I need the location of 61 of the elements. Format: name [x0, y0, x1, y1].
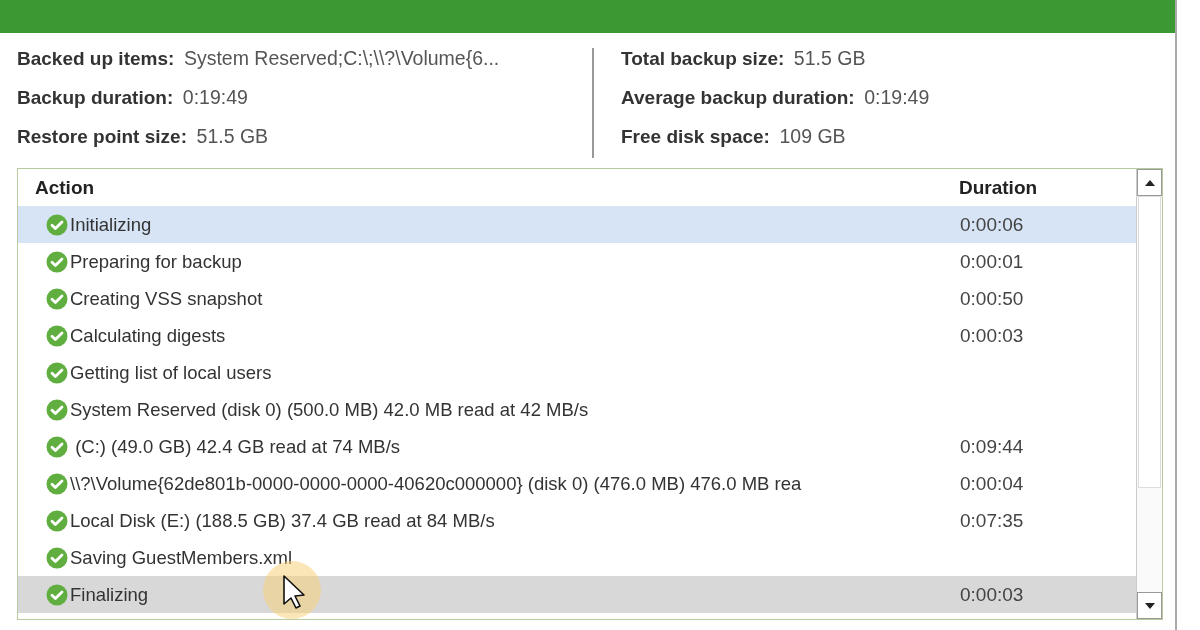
- scroll-thumb[interactable]: [1138, 196, 1161, 488]
- table-row[interactable]: Local Disk (E:) (188.5 GB) 37.4 GB read at 84 MB/s 0:07:35: [18, 502, 1136, 539]
- table-row[interactable]: Initializing 0:00:06: [18, 206, 1136, 243]
- stat-value: 109 GB: [779, 125, 846, 147]
- duration-cell: 0:00:50: [960, 287, 1024, 310]
- down-arrow-icon: [1144, 602, 1155, 609]
- action-cell-text: Calculating digests: [70, 324, 227, 347]
- action-cell-text: \\?\Volume{62de801b-0000-0000-0000-40620c000000} (disk 0) (476.0 MB) 476.0 MB rea: [70, 472, 803, 495]
- table-row[interactable]: \\?\Volume{62de801b-0000-0000-0000-40620c000000} (disk 0) (476.0 MB) 476.0 MB rea 0:00:04: [18, 465, 1136, 502]
- stat-value: 0:19:49: [864, 86, 930, 108]
- success-icon: [46, 287, 68, 310]
- action-cell-text: Preparing for backup: [70, 250, 243, 273]
- success-icon: [46, 583, 68, 606]
- table-row[interactable]: Saving GuestMembers.xml: [18, 539, 1136, 576]
- success-icon: [46, 213, 68, 236]
- success-icon: [46, 250, 68, 273]
- duration-cell: 0:00:03: [960, 583, 1024, 606]
- action-cell-text: Saving GuestMembers.xml: [70, 546, 294, 569]
- success-icon: [46, 509, 68, 532]
- stat-label: Average backup duration:: [621, 87, 855, 108]
- duration-cell: 0:00:04: [960, 472, 1024, 495]
- scroll-down-button[interactable]: [1137, 592, 1162, 619]
- success-icon: [46, 361, 68, 384]
- action-cell-text: Getting list of local users: [70, 361, 273, 384]
- success-icon: [46, 324, 68, 347]
- up-arrow-icon: [1144, 179, 1155, 186]
- duration-cell: 0:07:35: [960, 509, 1024, 532]
- duration-cell: 0:00:01: [960, 250, 1024, 273]
- stat-value: 0:19:49: [182, 86, 248, 108]
- stat-label: Total backup size:: [621, 48, 785, 69]
- stat-label: Free disk space:: [621, 126, 770, 147]
- success-icon: [46, 435, 68, 458]
- scrollbar[interactable]: [1136, 169, 1162, 619]
- column-header[interactable]: Duration: [959, 176, 1038, 199]
- stat-label: Backup duration:: [17, 87, 174, 108]
- action-cell-text: (C:) (49.0 GB) 42.4 GB read at 74 MB/s: [74, 435, 402, 458]
- table-row[interactable]: Finalizing 0:00:03: [18, 576, 1136, 613]
- stat-value: 51.5 GB: [196, 125, 269, 147]
- stat-value: 51.5 GB: [793, 47, 866, 69]
- duration-cell: 0:00:06: [960, 213, 1024, 236]
- duration-cell: 0:09:44: [960, 435, 1024, 458]
- action-cell-text: Local Disk (E:) (188.5 GB) 37.4 GB read at 84 MB/s: [70, 509, 496, 532]
- duration-cell: 0:00:03: [960, 324, 1024, 347]
- stat-label: Restore point size:: [17, 126, 187, 147]
- table-row[interactable]: (C:) (49.0 GB) 42.4 GB read at 74 MB/s 0:09:44: [18, 428, 1136, 465]
- action-cell-text: Finalizing: [70, 583, 150, 606]
- table-row[interactable]: System Reserved (disk 0) (500.0 MB) 42.0 MB read at 42 MB/s: [18, 391, 1136, 428]
- action-cell-text: Creating VSS snapshot: [70, 287, 264, 310]
- stat-value: System Reserved;C:\;\\?\Volume{6...: [183, 47, 500, 69]
- table-row[interactable]: Creating VSS snapshot 0:00:50: [18, 280, 1136, 317]
- success-icon: [46, 546, 68, 569]
- action-cell-text: Initializing: [70, 213, 153, 236]
- action-cell-text: System Reserved (disk 0) (500.0 MB) 42.0 MB read at 42 MB/s: [70, 398, 590, 421]
- table-row[interactable]: Calculating digests 0:00:03: [18, 317, 1136, 354]
- table-row[interactable]: Getting list of local users: [18, 354, 1136, 391]
- stat-label: Backed up items:: [17, 48, 175, 69]
- success-icon: [46, 398, 68, 421]
- table-row[interactable]: Preparing for backup 0:00:01: [18, 243, 1136, 280]
- success-icon: [46, 472, 68, 495]
- scroll-up-button[interactable]: [1137, 169, 1162, 196]
- column-header[interactable]: Action: [35, 176, 959, 199]
